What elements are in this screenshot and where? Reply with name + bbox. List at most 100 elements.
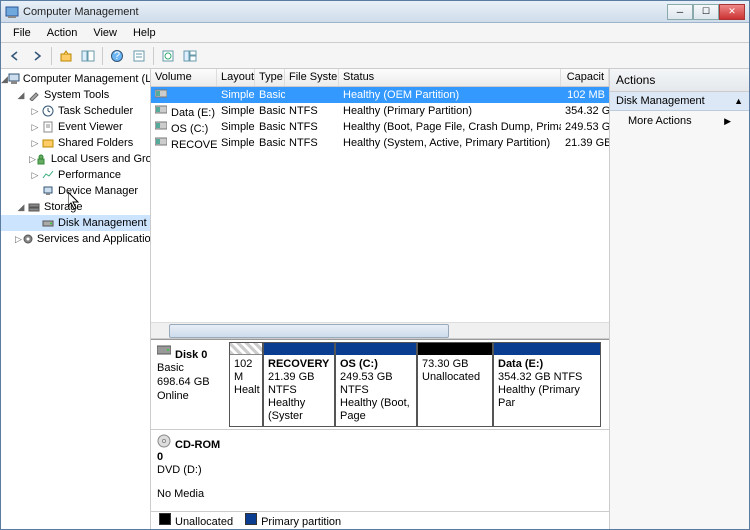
volume-list[interactable]: SimpleBasicHealthy (OEM Partition)102 MB… — [151, 87, 609, 151]
menu-action[interactable]: Action — [39, 25, 86, 41]
partition[interactable]: 102 MHealt — [229, 342, 263, 427]
partition[interactable]: Data (E:)354.32 GB NTFSHealthy (Primary … — [493, 342, 601, 427]
volume-icon — [155, 136, 169, 148]
partition[interactable]: 73.30 GBUnallocated — [417, 342, 493, 427]
cdrom-icon — [157, 434, 173, 448]
legend-swatch-black — [159, 513, 171, 525]
disk-size: 698.64 GB — [157, 375, 221, 389]
tree-event-viewer[interactable]: ▷ Event Viewer — [1, 119, 150, 135]
refresh-button[interactable] — [158, 46, 178, 66]
tree-shared-folders[interactable]: ▷ Shared Folders — [1, 135, 150, 151]
forward-button[interactable] — [27, 46, 47, 66]
expand-icon[interactable]: ▷ — [29, 170, 41, 181]
minimize-button[interactable]: ─ — [667, 4, 693, 20]
legend: Unallocated Primary partition — [151, 511, 609, 529]
partition[interactable]: OS (C:)249.53 GB NTFSHealthy (Boot, Page — [335, 342, 417, 427]
back-button[interactable] — [5, 46, 25, 66]
tree-label: Device Manager — [58, 185, 138, 197]
expand-icon[interactable]: ▷ — [29, 154, 36, 165]
partition[interactable]: RECOVERY21.39 GB NTFSHealthy (Syster — [263, 342, 335, 427]
disk-info: Disk 0 Basic 698.64 GB Online — [151, 340, 227, 429]
col-capacity[interactable]: Capacit — [561, 69, 609, 86]
expand-icon[interactable]: ▷ — [29, 138, 41, 149]
expand-icon[interactable]: ▷ — [29, 106, 41, 117]
horizontal-scrollbar[interactable] — [151, 322, 609, 339]
folder-icon — [41, 136, 55, 150]
navigation-tree[interactable]: ◢ Computer Management (Local ◢ System To… — [1, 69, 151, 529]
tree-performance[interactable]: ▷ Performance — [1, 167, 150, 183]
expand-icon[interactable]: ◢ — [15, 90, 27, 101]
disk-icon — [41, 216, 55, 230]
disk-row-cdrom[interactable]: CD-ROM 0 DVD (D:) No Media — [151, 430, 609, 511]
col-type[interactable]: Type — [255, 69, 285, 86]
tree-disk-management[interactable]: Disk Management — [1, 215, 150, 231]
col-layout[interactable]: Layout — [217, 69, 255, 86]
tree-device-manager[interactable]: Device Manager — [1, 183, 150, 199]
col-volume[interactable]: Volume — [151, 69, 217, 86]
separator — [51, 47, 52, 65]
volume-row[interactable]: Data (E:)SimpleBasicNTFSHealthy (Primary… — [151, 103, 609, 119]
tree-label: Shared Folders — [58, 137, 133, 149]
expand-icon[interactable]: ▷ — [29, 122, 41, 133]
actions-more[interactable]: More Actions ▶ — [610, 111, 749, 131]
tree-services[interactable]: ▷ Services and Applications — [1, 231, 150, 247]
disk-type: Basic — [157, 361, 221, 375]
tree-task-scheduler[interactable]: ▷ Task Scheduler — [1, 103, 150, 119]
help-button[interactable]: ? — [107, 46, 127, 66]
properties-button[interactable] — [129, 46, 149, 66]
disk-name: Disk 0 — [175, 349, 207, 361]
storage-icon — [27, 200, 41, 214]
tree-label: Disk Management — [58, 217, 147, 229]
cdrom-state: No Media — [157, 487, 221, 501]
actions-section-label: Disk Management — [616, 95, 705, 107]
cdrom-type: DVD (D:) — [157, 463, 221, 477]
actions-header: Actions — [610, 69, 749, 92]
menu-help[interactable]: Help — [125, 25, 164, 41]
separator — [153, 47, 154, 65]
clock-icon — [41, 104, 55, 118]
menu-view[interactable]: View — [85, 25, 125, 41]
up-button[interactable] — [56, 46, 76, 66]
volume-row[interactable]: RECOVERYSimpleBasicNTFSHealthy (System, … — [151, 135, 609, 151]
svg-text:?: ? — [114, 50, 120, 62]
expand-icon[interactable]: ◢ — [15, 202, 27, 213]
volume-row[interactable]: OS (C:)SimpleBasicNTFSHealthy (Boot, Pag… — [151, 119, 609, 135]
legend-swatch-blue — [245, 513, 257, 525]
tree-label: Local Users and Groups — [51, 153, 151, 165]
disk-row-disk0[interactable]: Disk 0 Basic 698.64 GB Online 102 MHealt… — [151, 340, 609, 430]
tree-label: Storage — [44, 201, 83, 213]
close-button[interactable]: ✕ — [719, 4, 745, 20]
toolbar: ? — [1, 43, 749, 69]
window-title: Computer Management — [23, 6, 667, 18]
disk-info: CD-ROM 0 DVD (D:) No Media — [151, 430, 227, 511]
volume-icon — [155, 88, 169, 100]
expand-icon[interactable]: ▷ — [15, 234, 22, 245]
volume-list-header: Volume Layout Type File System Status Ca… — [151, 69, 609, 87]
col-status[interactable]: Status — [339, 69, 561, 86]
tree-system-tools[interactable]: ◢ System Tools — [1, 87, 150, 103]
expand-icon[interactable]: ◢ — [1, 74, 8, 85]
actions-section[interactable]: Disk Management ▲ — [610, 92, 749, 111]
computer-icon — [8, 72, 20, 86]
disk-icon — [157, 344, 173, 358]
maximize-button[interactable]: ☐ — [693, 4, 719, 20]
legend-unallocated: Unallocated — [159, 513, 233, 528]
disk-state: Online — [157, 389, 221, 403]
tree-root[interactable]: ◢ Computer Management (Local — [1, 71, 150, 87]
legend-primary: Primary partition — [245, 513, 341, 528]
scrollbar-thumb[interactable] — [169, 324, 449, 338]
chevron-right-icon: ▶ — [724, 116, 731, 127]
tree-label: Event Viewer — [58, 121, 123, 133]
col-filesystem[interactable]: File System — [285, 69, 339, 86]
show-hide-tree-button[interactable] — [78, 46, 98, 66]
tree-storage[interactable]: ◢ Storage — [1, 199, 150, 215]
partition-container: 102 MHealtRECOVERY21.39 GB NTFSHealthy (… — [227, 340, 609, 429]
collapse-icon: ▲ — [734, 96, 743, 106]
tree-label: Computer Management (Local — [23, 73, 151, 85]
tree-local-users[interactable]: ▷ Local Users and Groups — [1, 151, 150, 167]
settings-button[interactable] — [180, 46, 200, 66]
tree-label: System Tools — [44, 89, 109, 101]
users-icon — [36, 152, 48, 166]
menu-file[interactable]: File — [5, 25, 39, 41]
volume-row[interactable]: SimpleBasicHealthy (OEM Partition)102 MB — [151, 87, 609, 103]
